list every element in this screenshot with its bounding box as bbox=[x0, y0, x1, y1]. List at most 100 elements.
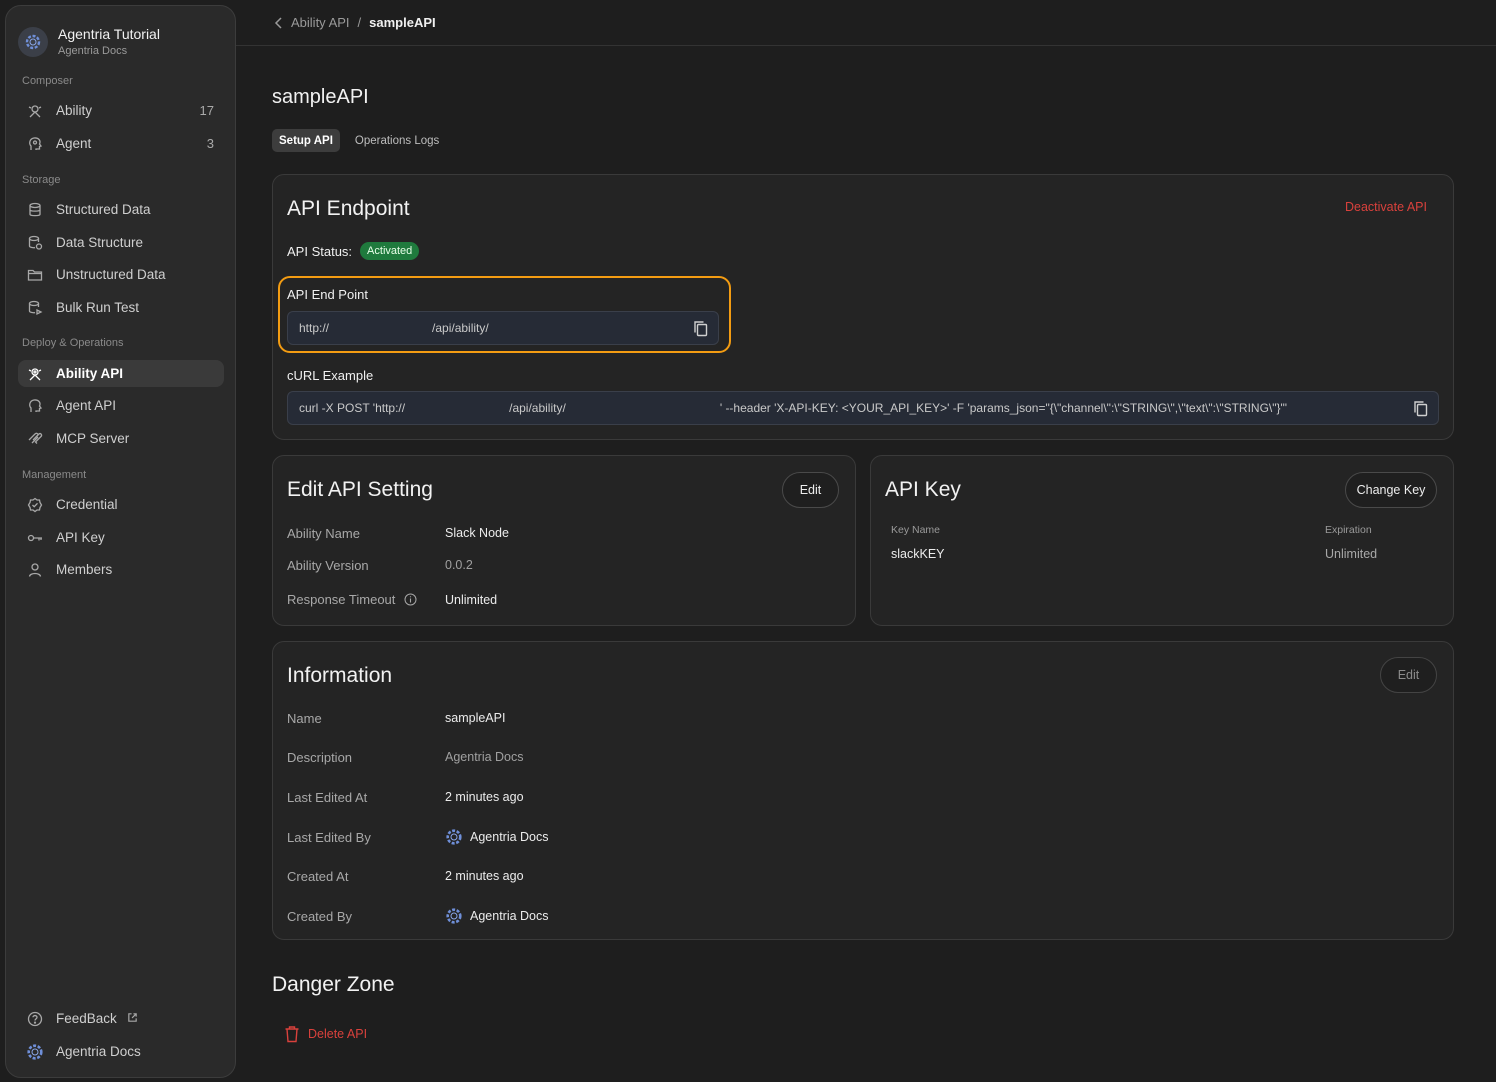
sidebar-item-label: Agent API bbox=[56, 398, 117, 413]
sidebar-item-credential[interactable]: Credential bbox=[18, 491, 224, 518]
kv-label: Ability Version bbox=[287, 558, 369, 573]
ability-version-value: 0.0.2 bbox=[445, 558, 473, 572]
agent-count: 3 bbox=[206, 136, 214, 151]
agent-api-icon bbox=[26, 397, 44, 415]
name-value: sampleAPI bbox=[445, 711, 506, 725]
sidebar-item-label: Credential bbox=[56, 497, 118, 512]
curl-part-3: ' --header 'X-API-KEY: <YOUR_API_KEY>' -… bbox=[719, 401, 1288, 415]
database-icon bbox=[26, 201, 44, 219]
bulk-test-icon bbox=[26, 299, 44, 317]
person-icon bbox=[26, 561, 44, 579]
card-title: Edit API Setting bbox=[287, 478, 433, 501]
edit-info-button[interactable]: Edit bbox=[1380, 657, 1437, 693]
sidebar-feedback-link[interactable]: FeedBack bbox=[18, 1005, 224, 1032]
sidebar-item-structured-data[interactable]: Structured Data bbox=[18, 196, 224, 223]
card-title: API Endpoint bbox=[287, 197, 410, 220]
breadcrumb-current: sampleAPI bbox=[369, 15, 436, 30]
sidebar-item-label: Bulk Run Test bbox=[56, 300, 140, 315]
tab-bar: Setup API Operations Logs bbox=[272, 129, 454, 152]
kv-label: Created By bbox=[287, 909, 353, 924]
workspace-switcher[interactable]: Agentria Tutorial Agentria Docs bbox=[18, 26, 160, 58]
api-status-row: API Status: Activated bbox=[287, 242, 420, 260]
card-title: API Key bbox=[885, 478, 961, 501]
api-key-card: API Key Change Key Key Name slackKEY Exp… bbox=[870, 455, 1454, 626]
sidebar-item-unstructured-data[interactable]: Unstructured Data bbox=[18, 261, 224, 288]
created-by-value: Agentria Docs bbox=[470, 909, 549, 923]
expiration-label: Expiration bbox=[1325, 524, 1372, 536]
response-timeout-value: Unlimited bbox=[445, 593, 498, 607]
sidebar-user[interactable]: Agentria Docs bbox=[18, 1038, 224, 1065]
sidebar-item-label: Unstructured Data bbox=[56, 267, 166, 282]
ability-count: 17 bbox=[199, 103, 214, 118]
external-link-icon bbox=[127, 1011, 138, 1026]
curl-part-1: curl -X POST 'http:// bbox=[299, 401, 406, 415]
sidebar-item-members[interactable]: Members bbox=[18, 556, 224, 583]
copy-icon[interactable] bbox=[1412, 400, 1430, 418]
key-name-value: slackKEY bbox=[891, 547, 945, 561]
tab-setup-api[interactable]: Setup API bbox=[272, 129, 340, 152]
curl-part-2: /api/ability/ bbox=[509, 401, 566, 415]
agent-icon bbox=[26, 135, 44, 153]
user-avatar-icon bbox=[26, 1043, 44, 1061]
sidebar-item-agent[interactable]: Agent 3 bbox=[18, 130, 224, 157]
workspace-logo-icon bbox=[18, 27, 48, 57]
chevron-left-icon[interactable] bbox=[274, 16, 283, 29]
breadcrumb: Ability API / sampleAPI bbox=[236, 0, 1496, 46]
feedback-label: FeedBack bbox=[56, 1011, 117, 1026]
mcp-icon bbox=[26, 430, 44, 448]
card-title: Information bbox=[287, 664, 393, 687]
delete-api-label: Delete API bbox=[308, 1027, 368, 1041]
sidebar-item-ability[interactable]: Ability 17 bbox=[18, 97, 224, 124]
deactivate-api-button[interactable]: Deactivate API bbox=[1345, 200, 1427, 214]
sidebar-item-data-structure[interactable]: Data Structure bbox=[18, 229, 224, 256]
key-name-label: Key Name bbox=[891, 524, 941, 536]
page-title: sampleAPI bbox=[272, 86, 369, 108]
edit-setting-button[interactable]: Edit bbox=[782, 472, 839, 508]
user-avatar-icon bbox=[445, 828, 463, 846]
user-avatar-icon bbox=[445, 907, 463, 925]
section-label-deploy: Deploy & Operations bbox=[22, 337, 124, 349]
api-setting-card: Edit API Setting Edit Ability Name Slack… bbox=[272, 455, 856, 626]
kv-label: Description bbox=[287, 750, 353, 765]
sidebar-item-label: Data Structure bbox=[56, 235, 144, 250]
sidebar-item-agent-api[interactable]: Agent API bbox=[18, 392, 224, 419]
response-timeout-label-row: Response Timeout bbox=[287, 592, 417, 607]
sidebar-item-ability-api[interactable]: Ability API bbox=[18, 360, 224, 387]
ability-icon bbox=[26, 102, 44, 120]
sidebar-item-label: MCP Server bbox=[56, 431, 130, 446]
created-by-row: Agentria Docs bbox=[445, 907, 549, 925]
curl-example-field[interactable]: curl -X POST 'http:// /api/ability/ ' --… bbox=[287, 391, 1439, 425]
sidebar-item-api-key[interactable]: API Key bbox=[18, 524, 224, 551]
curl-label: cURL Example bbox=[287, 368, 374, 383]
created-at-value: 2 minutes ago bbox=[445, 869, 524, 883]
last-edited-at-value: 2 minutes ago bbox=[445, 790, 524, 804]
trash-icon bbox=[285, 1026, 299, 1043]
help-icon bbox=[26, 1010, 44, 1028]
expiration-value: Unlimited bbox=[1325, 547, 1378, 561]
danger-zone-title: Danger Zone bbox=[272, 973, 395, 996]
sidebar-item-mcp-server[interactable]: MCP Server bbox=[18, 425, 224, 452]
workspace-title: Agentria Tutorial bbox=[58, 26, 160, 42]
last-edited-by-value: Agentria Docs bbox=[470, 830, 549, 844]
kv-label: Created At bbox=[287, 869, 349, 884]
user-name: Agentria Docs bbox=[56, 1044, 141, 1059]
kv-label: Ability Name bbox=[287, 526, 360, 541]
info-icon[interactable] bbox=[404, 593, 417, 606]
sidebar-item-label: Members bbox=[56, 562, 113, 577]
change-key-button[interactable]: Change Key bbox=[1345, 472, 1437, 508]
kv-label: Last Edited At bbox=[287, 790, 368, 805]
kv-label: Name bbox=[287, 711, 322, 726]
description-value: Agentria Docs bbox=[445, 750, 524, 764]
sidebar-item-label: API Key bbox=[56, 530, 105, 545]
data-structure-icon bbox=[26, 234, 44, 252]
workspace-subtitle: Agentria Docs bbox=[58, 45, 128, 57]
tab-operations-logs[interactable]: Operations Logs bbox=[348, 129, 446, 152]
sidebar-item-label: Ability API bbox=[56, 366, 124, 381]
sidebar-item-bulk-run-test[interactable]: Bulk Run Test bbox=[18, 294, 224, 321]
breadcrumb-parent[interactable]: Ability API bbox=[291, 15, 350, 30]
folder-icon bbox=[26, 266, 44, 284]
information-card: Information Edit Name sampleAPI Descript… bbox=[272, 641, 1454, 940]
ability-name-value: Slack Node bbox=[445, 526, 509, 540]
kv-label: Response Timeout bbox=[287, 592, 396, 607]
delete-api-button[interactable]: Delete API bbox=[284, 1025, 367, 1043]
